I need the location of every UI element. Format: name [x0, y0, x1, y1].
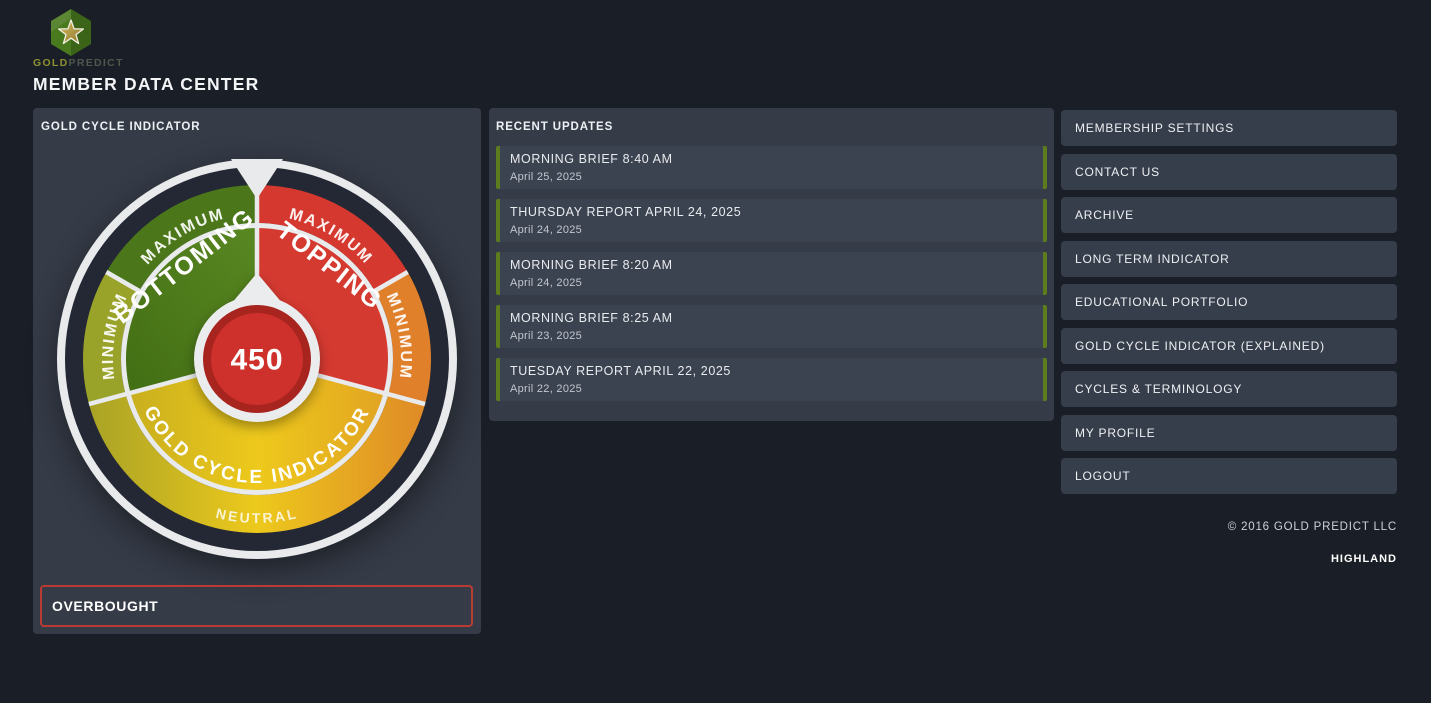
member-menu: MEMBERSHIP SETTINGS CONTACT US ARCHIVE L… — [1061, 110, 1397, 565]
update-item[interactable]: MORNING BRIEF 8:25 AM April 23, 2025 — [496, 305, 1047, 348]
gauge-status-box: OVERBOUGHT — [40, 585, 473, 627]
menu-item-long-term-indicator[interactable]: LONG TERM INDICATOR — [1061, 240, 1397, 277]
brand-gold-text: GOLD — [33, 57, 69, 69]
menu-item-cycles-terminology[interactable]: CYCLES & TERMINOLOGY — [1061, 371, 1397, 407]
update-title: TUESDAY REPORT APRIL 22, 2025 — [510, 364, 731, 378]
brand-predict-text: PREDICT — [68, 57, 124, 69]
gold-cycle-gauge: MINIMUMMAXIMUM MAXIMUMMINIMUMNEUTRALGOLD … — [57, 159, 457, 559]
update-date: April 24, 2025 — [510, 224, 583, 236]
menu-item-logout[interactable]: LOGOUT — [1061, 458, 1397, 494]
update-title: MORNING BRIEF 8:20 AM — [510, 258, 673, 272]
update-item[interactable]: THURSDAY REPORT APRIL 24, 2025 April 24,… — [496, 199, 1047, 242]
menu-item-contact-us[interactable]: CONTACT US — [1061, 153, 1397, 190]
update-title: THURSDAY REPORT APRIL 24, 2025 — [510, 205, 742, 219]
menu-item-membership-settings[interactable]: MEMBERSHIP SETTINGS — [1061, 110, 1397, 146]
update-item[interactable]: MORNING BRIEF 8:40 AM April 25, 2025 — [496, 146, 1047, 189]
update-date: April 23, 2025 — [510, 330, 583, 342]
recent-updates-panel: RECENT UPDATES MORNING BRIEF 8:40 AM Apr… — [489, 108, 1054, 421]
menu-item-archive[interactable]: ARCHIVE — [1061, 197, 1397, 233]
page-title: MEMBER DATA CENTER — [33, 74, 260, 94]
footer-brand-text: HIGHLAND — [1330, 553, 1397, 565]
update-title: MORNING BRIEF 8:25 AM — [510, 311, 673, 325]
menu-item-gold-cycle-indicator-explained[interactable]: GOLD CYCLE INDICATOR (EXPLAINED) — [1061, 327, 1397, 364]
update-title: MORNING BRIEF 8:40 AM — [510, 152, 673, 166]
menu-item-educational-portfolio[interactable]: EDUCATIONAL PORTFOLIO — [1061, 284, 1397, 320]
gauge-panel-header: GOLD CYCLE INDICATOR — [41, 121, 201, 133]
update-date: April 22, 2025 — [510, 383, 583, 395]
brand-logo-icon[interactable] — [48, 8, 94, 57]
updates-list: MORNING BRIEF 8:40 AM April 25, 2025 THU… — [496, 146, 1047, 411]
gauge-status-label: OVERBOUGHT — [52, 598, 159, 614]
update-item[interactable]: TUESDAY REPORT APRIL 22, 2025 April 22, … — [496, 358, 1047, 401]
copyright-text: © 2016 GOLD PREDICT LLC — [1227, 521, 1397, 533]
gold-cycle-indicator-panel: GOLD CYCLE INDICATOR MINIMUM MAXIMUM MAXIM… — [33, 108, 481, 634]
update-date: April 25, 2025 — [510, 171, 583, 183]
updates-panel-header: RECENT UPDATES — [496, 121, 614, 133]
update-item[interactable]: MORNING BRIEF 8:20 AM April 24, 2025 — [496, 252, 1047, 295]
menu-item-my-profile[interactable]: MY PROFILE — [1061, 414, 1397, 451]
update-date: April 24, 2025 — [510, 277, 583, 289]
svg-text:450: 450 — [230, 344, 283, 377]
brand-wordmark[interactable]: GOLDPREDICT — [33, 57, 124, 69]
